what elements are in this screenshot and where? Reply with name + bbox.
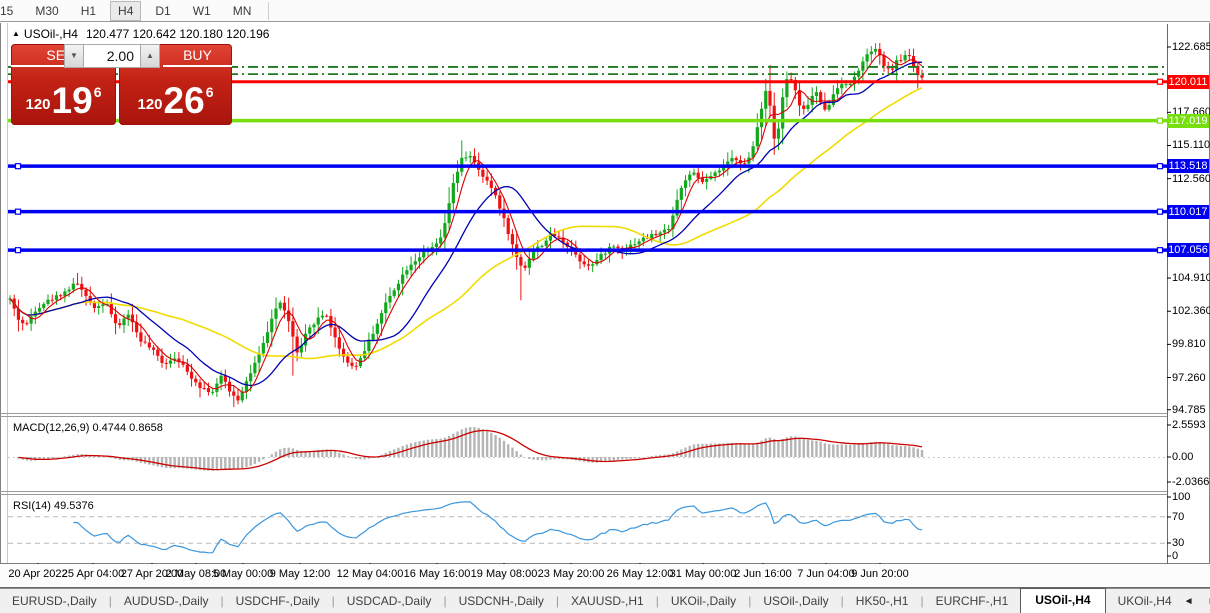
- price-axis-label: 99.810: [1172, 338, 1206, 350]
- time-axis-label: 5 May 00:00: [213, 568, 274, 580]
- macd-axis-label: 2.5593: [1172, 419, 1206, 431]
- timeframe-button-w1[interactable]: W1: [185, 1, 219, 21]
- time-axis: 20 Apr 202225 Apr 04:0027 Apr 20:002 May…: [0, 564, 1210, 587]
- sell-price[interactable]: 120 19 6: [11, 67, 116, 121]
- buy-price-big: 26: [164, 85, 205, 116]
- sell-price-prefix: 120: [26, 96, 51, 113]
- price-axis-label: 104.910: [1172, 272, 1210, 284]
- rsi-axis-label: 70: [1172, 511, 1184, 523]
- time-axis-label: 25 Apr 04:00: [62, 568, 124, 580]
- time-axis-label: 23 May 20:00: [538, 568, 605, 580]
- time-axis-label: 9 May 12:00: [270, 568, 331, 580]
- symbol-tabbar: EURUSD-,Daily|AUDUSD-,Daily|USDCHF-,Dail…: [0, 588, 1210, 613]
- current-price-badge: 120.011: [1167, 75, 1209, 89]
- symbol-tab-usdchfdaily[interactable]: USDCHF-,Daily: [224, 590, 332, 613]
- symbol-tab-usdcnhdaily[interactable]: USDCNH-,Daily: [447, 590, 556, 613]
- rsi-axis-label: 0: [1172, 550, 1178, 562]
- price-axis-label: 94.785: [1172, 404, 1206, 416]
- macd-label: MACD(12,26,9) 0.4744 0.8658: [13, 422, 163, 434]
- time-axis-label: 12 May 04:00: [337, 568, 404, 580]
- symbol-name: USOil-,H4: [24, 27, 78, 41]
- chart-title: ▲ USOil-,H4 120.477 120.642 120.180 120.19…: [12, 27, 269, 41]
- volume-decrease-button[interactable]: ▼: [64, 44, 84, 68]
- price-axis-label: 122.685: [1172, 41, 1210, 53]
- symbol-tab-usoilh4[interactable]: USOil-,H4: [1020, 588, 1105, 613]
- timeframe-button-h4[interactable]: H4: [110, 1, 141, 21]
- level-price-badge: 110.017: [1167, 205, 1209, 219]
- volume-spinner: ▼ ▲: [64, 44, 160, 68]
- level-price-badge: 113.518: [1167, 159, 1209, 173]
- timeframe-button-d1[interactable]: D1: [147, 1, 178, 21]
- symbol-tab-ukoilh4[interactable]: UKOil-,H4: [1106, 590, 1184, 613]
- level-price-badge: 117.019: [1167, 114, 1209, 128]
- time-axis-label: 9 Jun 20:00: [851, 568, 909, 580]
- symbol-tab-ukoildaily[interactable]: UKOil-,Daily: [659, 590, 748, 613]
- buy-price-prefix: 120: [138, 96, 163, 113]
- symbol-tab-audusddaily[interactable]: AUDUSD-,Daily: [112, 590, 221, 613]
- buy-button[interactable]: BUY: [163, 44, 232, 67]
- time-axis-label: 7 Jun 04:00: [797, 568, 855, 580]
- price-axis-label: 115.110: [1172, 139, 1210, 151]
- sell-price-big: 19: [52, 85, 93, 116]
- timeframe-button-15[interactable]: 15: [0, 1, 21, 21]
- collapse-arrow-icon[interactable]: ▲: [12, 29, 20, 38]
- symbol-tab-usoildaily[interactable]: USOil-,Daily: [751, 590, 840, 613]
- symbol-tab-usdcaddaily[interactable]: USDCAD-,Daily: [335, 590, 444, 613]
- time-axis-label: 2 Jun 16:00: [734, 568, 792, 580]
- buy-price-sup: 6: [206, 84, 214, 100]
- price-axis-label: 102.360: [1172, 305, 1210, 317]
- level-price-badge: 107.056: [1167, 243, 1209, 257]
- timeframe-button-m30[interactable]: M30: [27, 1, 66, 21]
- volume-input[interactable]: [84, 45, 140, 67]
- rsi-label: RSI(14) 49.5376: [13, 500, 94, 512]
- timeframe-button-h1[interactable]: H1: [73, 1, 104, 21]
- buy-price[interactable]: 120 26 6: [119, 67, 232, 121]
- one-click-trading-widget: SELL 120 19 6 BUY 120 26 6 ▼ ▲: [11, 44, 232, 125]
- macd-axis-label: 0.00: [1172, 451, 1193, 463]
- macd-axis-label: -2.0366: [1172, 476, 1209, 488]
- time-axis-label: 20 Apr 2022: [8, 568, 67, 580]
- time-axis-label: 19 May 08:00: [471, 568, 538, 580]
- symbol-tab-eurchfh1[interactable]: EURCHF-,H1: [924, 590, 1021, 613]
- time-axis-label: 16 May 16:00: [404, 568, 471, 580]
- volume-increase-button[interactable]: ▲: [140, 44, 160, 68]
- chart-window: ▲ USOil-,H4 120.477 120.642 120.180 120.19…: [0, 23, 1210, 613]
- trading-terminal-window: 15 M30 H1 H4 D1 W1 MN ▲ USOil-,H4 120.477 120.64…: [0, 0, 1210, 613]
- rsi-axis-label: 100: [1172, 491, 1190, 503]
- time-axis-label: 31 May 00:00: [670, 568, 737, 580]
- symbol-tab-hk50h1[interactable]: HK50-,H1: [844, 590, 921, 613]
- tab-scroll-arrows: ◄►: [1184, 596, 1210, 608]
- price-axis-label: 112.560: [1172, 173, 1210, 185]
- timeframe-toolbar: 15 M30 H1 H4 D1 W1 MN: [0, 0, 1210, 22]
- ohlc-values: 120.477 120.642 120.180 120.196: [86, 27, 270, 41]
- timeframe-button-mn[interactable]: MN: [225, 1, 260, 21]
- symbol-tab-xauusdh1[interactable]: XAUUSD-,H1: [559, 590, 656, 613]
- toolbar-separator: [268, 2, 269, 20]
- sell-price-sup: 6: [94, 84, 102, 100]
- tab-scroll-left-icon[interactable]: ◄: [1184, 596, 1194, 608]
- symbol-tab-eurusddaily[interactable]: EURUSD-,Daily: [0, 590, 109, 613]
- time-axis-label: 26 May 12:00: [607, 568, 674, 580]
- rsi-axis-label: 30: [1172, 537, 1184, 549]
- price-axis-label: 97.260: [1172, 372, 1206, 384]
